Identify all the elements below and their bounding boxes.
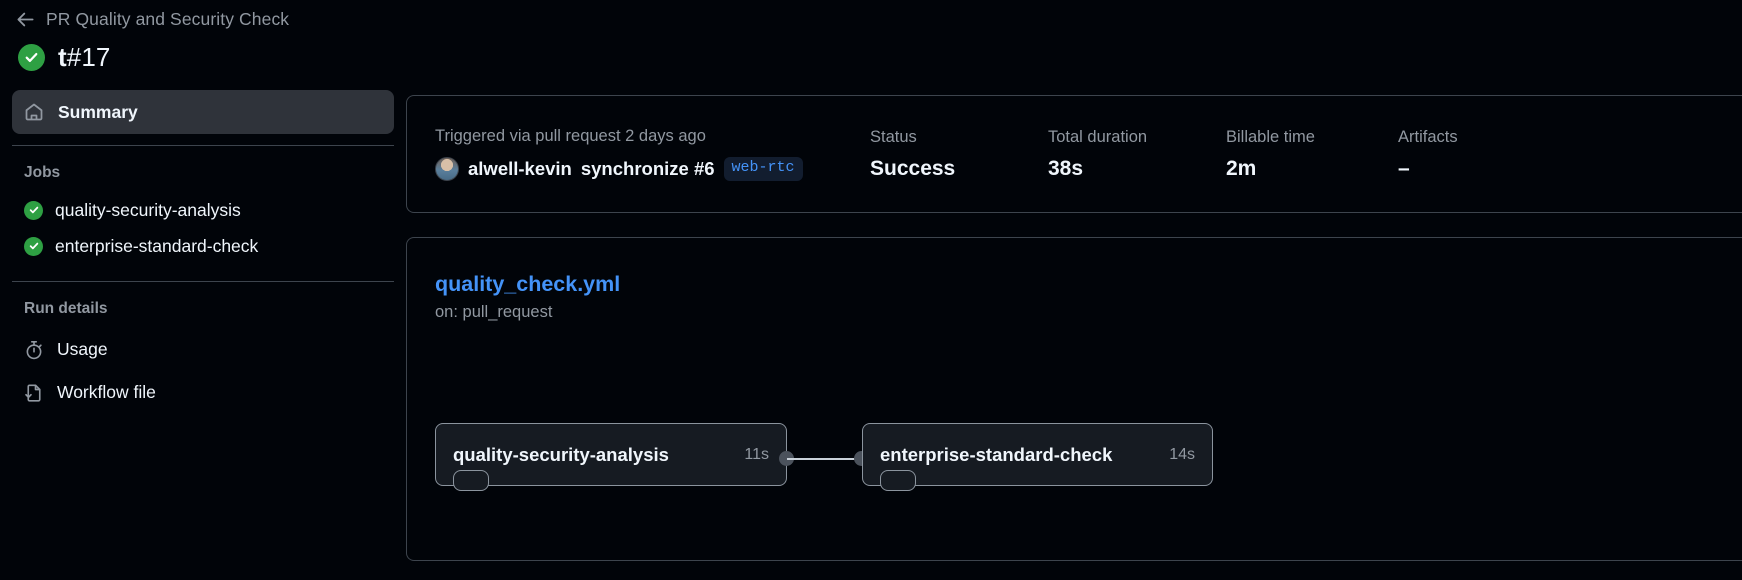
metric-value: Success <box>870 157 1048 181</box>
metric-label: Artifacts <box>1398 128 1538 147</box>
branch-badge[interactable]: web-rtc <box>724 157 803 181</box>
sidebar-heading-run-details: Run details <box>12 282 394 328</box>
sidebar-item-workflow-file[interactable]: Workflow file <box>12 371 394 414</box>
sidebar: Summary Jobs quality-security-analysis <box>0 80 406 580</box>
stopwatch-icon <box>24 340 44 360</box>
workflow-run-page: PR Quality and Security Check t#17 Summa… <box>0 0 1742 580</box>
main-content: Triggered via pull request 2 days ago al… <box>406 80 1742 580</box>
sidebar-job-label: quality-security-analysis <box>55 200 241 221</box>
job-graph: quality-security-analysis 11s enterprise… <box>435 377 1742 497</box>
sidebar-item-label-usage: Usage <box>57 339 108 360</box>
check-circle-icon <box>18 44 45 71</box>
metric-value: – <box>1398 157 1538 181</box>
trigger-action: synchronize #6 <box>581 158 715 180</box>
back-title: PR Quality and Security Check <box>46 9 289 30</box>
actor-name[interactable]: alwell-kevin <box>468 158 572 180</box>
metric-total-duration: Total duration 38s <box>1048 128 1226 181</box>
run-number: #17 <box>67 42 111 72</box>
sidebar-job-label: enterprise-standard-check <box>55 236 258 257</box>
metric-artifacts: Artifacts – <box>1398 128 1538 181</box>
sidebar-item-label-workflow-file: Workflow file <box>57 382 156 403</box>
workflow-file-link[interactable]: quality_check.yml <box>435 272 1742 297</box>
check-circle-icon <box>453 470 489 491</box>
sidebar-item-summary[interactable]: Summary <box>12 90 394 134</box>
run-summary-panel: Triggered via pull request 2 days ago al… <box>406 95 1742 213</box>
metric-value: 38s <box>1048 157 1226 181</box>
sidebar-item-label-summary: Summary <box>58 102 138 123</box>
job-node-duration: 14s <box>1151 446 1195 464</box>
job-node-label: enterprise-standard-check <box>880 444 1112 466</box>
run-name: t <box>58 42 67 72</box>
job-node-enterprise-standard-check[interactable]: enterprise-standard-check 14s <box>862 423 1213 486</box>
check-circle-icon <box>24 237 43 256</box>
page-title: t#17 <box>58 42 110 73</box>
job-node-label: quality-security-analysis <box>453 444 669 466</box>
metric-value: 2m <box>1226 157 1398 181</box>
metric-label: Total duration <box>1048 128 1226 147</box>
metric-label: Status <box>870 128 1048 147</box>
workflow-trigger-text: on: pull_request <box>435 303 1742 322</box>
graph-edge <box>787 458 857 460</box>
sidebar-item-usage[interactable]: Usage <box>12 328 394 371</box>
workflow-graph-panel: quality_check.yml on: pull_request quali… <box>406 237 1742 561</box>
run-title-row: t#17 <box>16 34 1742 80</box>
page-header: PR Quality and Security Check t#17 <box>0 0 1742 80</box>
job-node-quality-security-analysis[interactable]: quality-security-analysis 11s <box>435 423 787 486</box>
metric-label: Billable time <box>1226 128 1398 147</box>
check-circle-icon <box>24 201 43 220</box>
check-circle-icon <box>880 470 916 491</box>
job-node-duration: 11s <box>726 446 769 464</box>
actor-row: alwell-kevin synchronize #6 web-rtc <box>435 157 870 181</box>
breadcrumb-back[interactable]: PR Quality and Security Check <box>16 0 1742 34</box>
page-body: Summary Jobs quality-security-analysis <box>0 80 1742 580</box>
arrow-left-icon <box>16 10 35 29</box>
avatar[interactable] <box>435 157 459 181</box>
sidebar-heading-jobs: Jobs <box>12 146 394 192</box>
trigger-text: Triggered via pull request 2 days ago <box>435 127 870 146</box>
metric-billable-time: Billable time 2m <box>1226 128 1398 181</box>
metric-status: Status Success <box>870 128 1048 181</box>
home-icon <box>24 102 44 122</box>
workflow-file-icon <box>24 383 44 403</box>
trigger-info: Triggered via pull request 2 days ago al… <box>435 127 870 181</box>
sidebar-job-quality-security-analysis[interactable]: quality-security-analysis <box>12 192 394 228</box>
sidebar-job-enterprise-standard-check[interactable]: enterprise-standard-check <box>12 228 394 264</box>
